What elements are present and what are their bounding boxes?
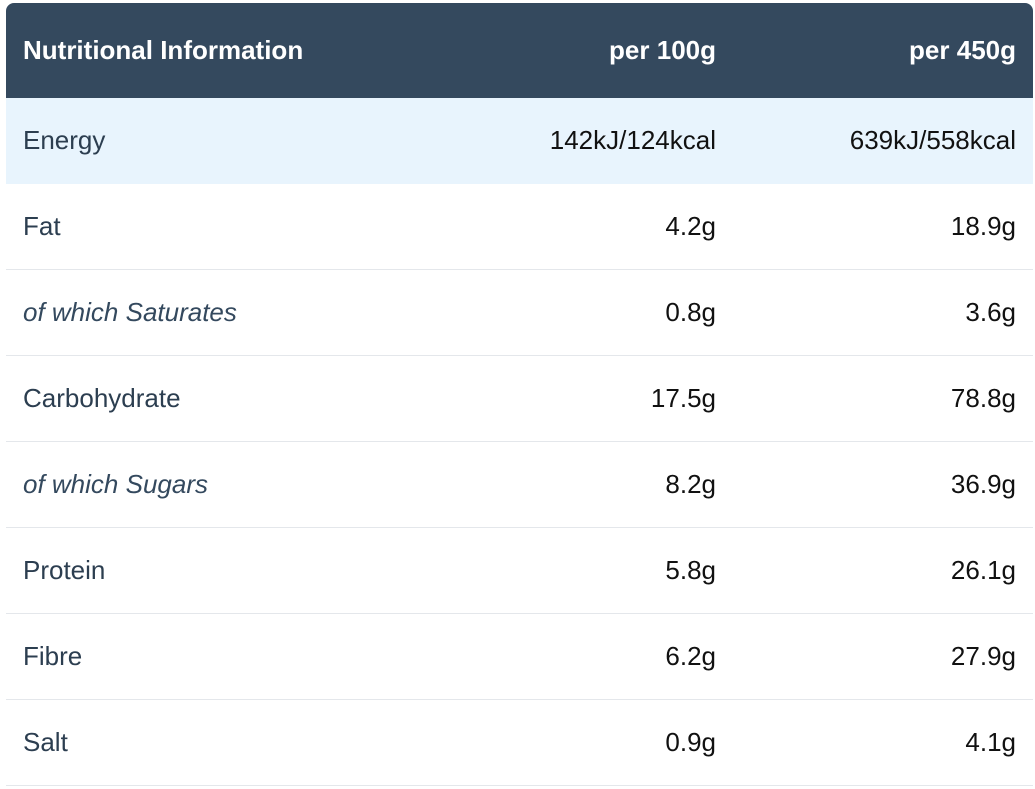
value-per-450g: 4.1g xyxy=(965,726,1016,757)
table-row: Salt 0.9g 4.1g xyxy=(6,699,1033,785)
nutrient-name: Carbohydrate xyxy=(23,382,181,413)
header-per-100g: per 100g xyxy=(609,35,716,65)
value-per-100g: 0.9g xyxy=(665,726,716,757)
value-per-100g: 8.2g xyxy=(665,468,716,499)
nutrition-table: Nutritional Information per 100g per 450… xyxy=(6,3,1033,786)
value-per-450g: 18.9g xyxy=(950,210,1016,241)
nutrient-name: Salt xyxy=(23,726,68,757)
header-nutrient: Nutritional Information xyxy=(23,35,304,65)
table-row: of which Saturates 0.8g 3.6g xyxy=(6,269,1033,355)
value-per-450g: 27.9g xyxy=(950,640,1016,671)
value-per-100g: 142kJ/124kcal xyxy=(549,124,716,155)
table-body: Energy 142kJ/124kcal 639kJ/558kcal Fat 4… xyxy=(6,98,1033,785)
value-per-100g: 4.2g xyxy=(665,210,716,241)
table-row: Carbohydrate 17.5g 78.8g xyxy=(6,355,1033,441)
nutrient-name: Fibre xyxy=(23,640,83,671)
table-row: Protein 5.8g 26.1g xyxy=(6,527,1033,613)
value-per-450g: 26.1g xyxy=(950,554,1016,585)
header-per-450g: per 450g xyxy=(909,35,1016,65)
value-per-100g: 5.8g xyxy=(665,554,716,585)
table-row: Fat 4.2g 18.9g xyxy=(6,183,1033,269)
value-per-450g: 3.6g xyxy=(965,296,1016,327)
table-row: Fibre 6.2g 27.9g xyxy=(6,613,1033,699)
nutrient-name: Energy xyxy=(23,124,106,155)
value-per-100g: 17.5g xyxy=(650,382,716,413)
nutrient-name: of which Saturates xyxy=(23,296,237,327)
value-per-450g: 78.8g xyxy=(950,382,1016,413)
table-row: Energy 142kJ/124kcal 639kJ/558kcal xyxy=(6,98,1033,183)
value-per-450g: 36.9g xyxy=(950,468,1016,499)
value-per-100g: 0.8g xyxy=(665,296,716,327)
table-header: Nutritional Information per 100g per 450… xyxy=(6,3,1033,98)
nutrition-table-container: Nutritional Information per 100g per 450… xyxy=(6,3,1033,786)
nutrient-name: of which Sugars xyxy=(23,468,208,499)
header-row: Nutritional Information per 100g per 450… xyxy=(6,3,1033,98)
nutrient-name: Fat xyxy=(23,210,61,241)
nutrient-name: Protein xyxy=(23,554,106,585)
value-per-100g: 6.2g xyxy=(665,640,716,671)
value-per-450g: 639kJ/558kcal xyxy=(849,124,1016,155)
table-row: of which Sugars 8.2g 36.9g xyxy=(6,441,1033,527)
